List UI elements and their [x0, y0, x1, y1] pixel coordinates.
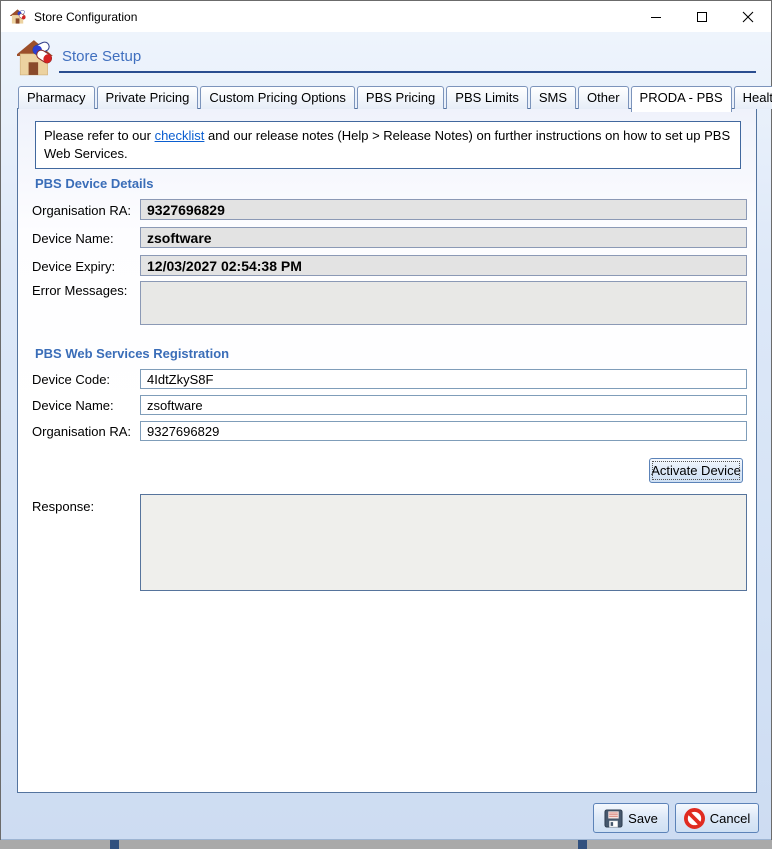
device-name-field: [140, 227, 747, 248]
error-messages-field: [140, 281, 747, 325]
store-configuration-window: Store Configuration: [0, 0, 772, 849]
tab-health-services[interactable]: Health Services: [734, 86, 772, 109]
tab-label: Private Pricing: [106, 90, 190, 105]
tab-proda-pbs[interactable]: PRODA - PBS: [631, 86, 732, 112]
tab-pharmacy[interactable]: Pharmacy: [18, 86, 95, 109]
registration-device-name-label: Device Name:: [32, 398, 114, 413]
tab-label: Other: [587, 90, 620, 105]
maximize-button[interactable]: [679, 1, 725, 32]
cancel-button[interactable]: Cancel: [675, 803, 759, 833]
activate-device-button[interactable]: Activate Device: [649, 458, 743, 483]
window-controls: [633, 1, 771, 32]
device-expiry-field: [140, 255, 747, 276]
store-setup-house-icon: [17, 38, 55, 76]
device-name-label: Device Name:: [32, 231, 114, 246]
maximize-icon: [696, 11, 708, 23]
background-artifact: [578, 839, 587, 849]
background-artifact: [110, 839, 119, 849]
device-expiry-label: Device Expiry:: [32, 259, 115, 274]
tab-private-pricing[interactable]: Private Pricing: [97, 86, 199, 109]
tab-pbs-limits[interactable]: PBS Limits: [446, 86, 528, 109]
tab-strip: Pharmacy Private Pricing Custom Pricing …: [18, 86, 756, 110]
registration-device-name-input[interactable]: [140, 395, 747, 415]
registration-organisation-ra-label: Organisation RA:: [32, 424, 131, 439]
organisation-ra-label: Organisation RA:: [32, 203, 131, 218]
minimize-button[interactable]: [633, 1, 679, 32]
error-messages-label: Error Messages:: [32, 283, 127, 298]
device-code-label: Device Code:: [32, 372, 110, 387]
device-code-input[interactable]: [140, 369, 747, 389]
dialog-frame: Store Configuration: [0, 0, 772, 840]
setup-instructions-notice: Please refer to our checklist and our re…: [35, 121, 741, 169]
organisation-ra-field: [140, 199, 747, 220]
tab-label: PBS Pricing: [366, 90, 435, 105]
tab-label: Custom Pricing Options: [209, 90, 346, 105]
tab-label: PRODA - PBS: [640, 90, 723, 105]
app-house-icon: [10, 8, 27, 25]
registration-organisation-ra-input[interactable]: [140, 421, 747, 441]
close-icon: [742, 11, 754, 23]
cancel-no-entry-icon: [684, 808, 705, 829]
title-bar: Store Configuration: [1, 1, 771, 32]
pbs-device-details-heading: PBS Device Details: [35, 176, 154, 191]
response-label: Response:: [32, 499, 94, 514]
save-button[interactable]: Save: [593, 803, 669, 833]
tab-pbs-pricing[interactable]: PBS Pricing: [357, 86, 444, 109]
dialog-body: Store Setup Pharmacy Private Pricing Cus…: [1, 32, 771, 840]
pbs-web-services-registration-heading: PBS Web Services Registration: [35, 346, 229, 361]
tab-custom-pricing-options[interactable]: Custom Pricing Options: [200, 86, 355, 109]
minimize-icon: [650, 11, 662, 23]
save-floppy-icon: [604, 809, 623, 828]
tab-other[interactable]: Other: [578, 86, 629, 109]
response-field: [140, 494, 747, 591]
save-button-label: Save: [628, 811, 658, 826]
tab-label: PBS Limits: [455, 90, 519, 105]
tab-label: SMS: [539, 90, 567, 105]
proda-pbs-tab-panel: Please refer to our checklist and our re…: [17, 108, 757, 793]
notice-text: Please refer to our: [44, 128, 155, 143]
header-divider: [59, 71, 756, 73]
tab-label: Pharmacy: [27, 90, 86, 105]
checklist-link[interactable]: checklist: [155, 128, 205, 143]
tab-label: Health Services: [743, 90, 772, 105]
cancel-button-label: Cancel: [710, 811, 750, 826]
background-window-edge: [0, 839, 772, 849]
window-title: Store Configuration: [34, 10, 137, 24]
close-button[interactable]: [725, 1, 771, 32]
page-title: Store Setup: [62, 48, 141, 65]
tab-sms[interactable]: SMS: [530, 86, 576, 109]
